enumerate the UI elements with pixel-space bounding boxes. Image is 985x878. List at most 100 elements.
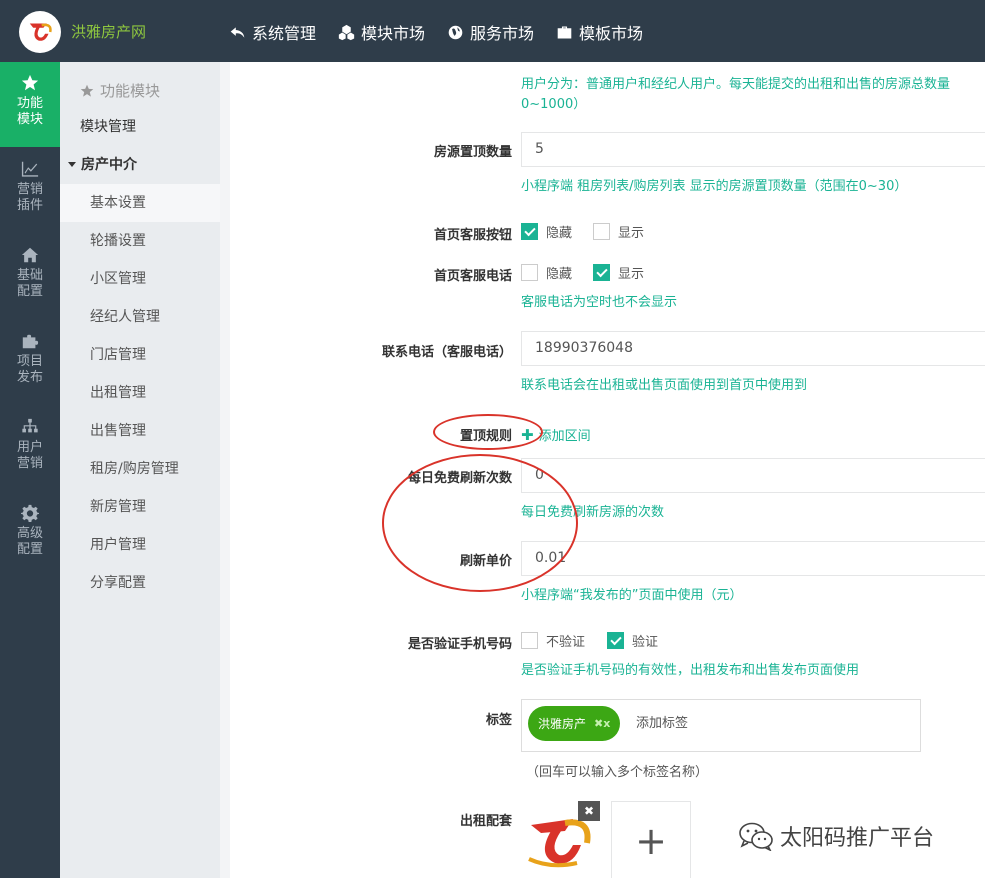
topnav-services-label: 服务市场: [470, 24, 535, 43]
topnav-templates-label: 模板市场: [579, 24, 644, 43]
option-label: 隐藏: [546, 226, 573, 241]
tag-chip-label: 洪雅房产: [538, 717, 587, 731]
brand-logo[interactable]: [19, 11, 61, 53]
subnav-header-label: 功能模块: [100, 82, 161, 100]
contact-phone-label: 联系电话（客服电话）: [381, 345, 512, 360]
wechat-icon: [739, 822, 773, 851]
rail-item-project-publish[interactable]: 项目发布: [0, 320, 60, 405]
subnav-group-real-estate[interactable]: 房产中介: [68, 154, 137, 174]
star-icon: [21, 74, 39, 91]
home-icon: [21, 247, 39, 263]
tag-chip[interactable]: 洪雅房产 ✖x: [528, 706, 621, 741]
pin-rule-label: 置顶规则: [459, 429, 512, 444]
rail-label: 高级配置: [16, 526, 43, 557]
topnav-modules-label: 模块市场: [361, 24, 426, 43]
topnav-templates[interactable]: 模板市场: [556, 20, 643, 44]
checkbox-unchecked[interactable]: [521, 264, 538, 281]
subnav-item-users[interactable]: 用户管理: [60, 526, 220, 564]
checkbox-unchecked[interactable]: [521, 632, 538, 649]
contact-phone-input[interactable]: 18990376048: [521, 331, 985, 366]
icon-rail: 功能模块 营销插件 基础配置 项目发布 用户营销 高级配置: [0, 62, 60, 878]
free-refresh-help: 每日免费刷新房源的次数: [521, 505, 665, 520]
subnav-item-new-homes[interactable]: 新房管理: [60, 488, 220, 526]
subnav-item-module-manage[interactable]: 模块管理: [60, 108, 220, 146]
free-refresh-input[interactable]: 0: [521, 458, 985, 493]
rail-item-user-marketing[interactable]: 用户营销: [0, 406, 60, 491]
add-interval-label: 添加区间: [538, 429, 591, 444]
service-phone-hide-option[interactable]: 隐藏: [521, 263, 572, 282]
verify-phone-no-option[interactable]: 不验证: [521, 631, 585, 650]
subnav-item-community[interactable]: 小区管理: [60, 260, 220, 298]
tag-remove-icon[interactable]: ✖x: [594, 717, 610, 730]
subnav-item-sales[interactable]: 出售管理: [60, 412, 220, 450]
service-phone-help: 客服电话为空时也不会显示: [521, 295, 678, 310]
daily-limit-help-line1: 用户分为：普通用户和经纪人用户。每天能提交的出租和出售的房源总数量: [521, 77, 951, 92]
checkbox-unchecked[interactable]: [593, 223, 610, 240]
subnav-item-stores[interactable]: 门店管理: [60, 336, 220, 374]
subnav-item-rentals[interactable]: 出租管理: [60, 374, 220, 412]
star-icon: [80, 84, 94, 97]
rent-facilities-label: 出租配套: [459, 814, 512, 829]
service-button-show-option[interactable]: 显示: [593, 222, 644, 241]
option-label: 显示: [618, 226, 645, 241]
add-tag-input[interactable]: 添加标签: [636, 712, 688, 731]
pin-count-label: 房源置顶数量: [433, 145, 512, 160]
refresh-price-help: 小程序端“我发布的”页面中使用（元）: [521, 588, 743, 603]
panel-divider: [220, 62, 230, 878]
pin-count-help: 小程序端 租房列表/购房列表 显示的房源置顶数量（范围在0~30）: [521, 179, 908, 194]
rail-label: 营销插件: [16, 182, 43, 213]
topnav-services[interactable]: 服务市场: [447, 20, 534, 44]
service-button-hide-option[interactable]: 隐藏: [521, 222, 572, 241]
logo-icon: [29, 23, 52, 41]
option-label: 隐藏: [546, 267, 573, 282]
verify-phone-label: 是否验证手机号码: [407, 637, 512, 652]
subnav-item-basic-settings[interactable]: 基本设置: [60, 184, 220, 222]
service-button-label: 首页客服按钮: [433, 228, 512, 243]
topnav-system[interactable]: 系统管理: [229, 20, 316, 44]
subnav-item-rent-buy[interactable]: 租房/购房管理: [60, 450, 220, 488]
gear-icon: [21, 504, 39, 522]
contact-phone-help: 联系电话会在出租或出售页面使用到首页中使用到: [521, 378, 808, 393]
checkbox-checked[interactable]: [593, 264, 610, 281]
brand-name[interactable]: 洪雅房产网: [71, 21, 146, 42]
topnav-system-label: 系统管理: [252, 24, 317, 43]
option-label: 显示: [618, 267, 645, 282]
checkbox-checked[interactable]: [521, 223, 538, 240]
topnav-modules[interactable]: 模块市场: [338, 20, 425, 44]
add-interval-link[interactable]: ✚ 添加区间: [521, 425, 591, 445]
watermark-text: 太阳码推广平台: [780, 826, 935, 851]
sub-sidebar: 功能模块 模块管理 房产中介 基本设置 轮播设置 小区管理 经纪人管理 门店管理…: [60, 62, 220, 878]
caret-down-icon: [68, 161, 76, 167]
tags-hint: （回车可以输入多个标签名称）: [526, 765, 709, 780]
rail-item-marketing-plugins[interactable]: 营销插件: [0, 148, 60, 233]
subnav-header: 功能模块: [80, 80, 160, 101]
checkbox-checked[interactable]: [607, 632, 624, 649]
chart-icon: [21, 161, 39, 177]
subnav-item-share[interactable]: 分享配置: [60, 564, 220, 602]
top-bar: 洪雅房产网 系统管理 模块市场 服务市场 模板市场: [0, 0, 985, 62]
tags-input-box[interactable]: 洪雅房产 ✖x 添加标签: [521, 699, 921, 752]
remove-image-button[interactable]: ✖: [578, 801, 600, 821]
rail-label: 功能模块: [16, 96, 43, 127]
watermark: 太阳码推广平台: [738, 820, 934, 852]
option-label: 验证: [632, 635, 659, 650]
verify-phone-yes-option[interactable]: 验证: [607, 631, 658, 650]
subnav-item-carousel[interactable]: 轮播设置: [60, 222, 220, 260]
option-label: 不验证: [546, 635, 586, 650]
rail-item-basic-config[interactable]: 基础配置: [0, 234, 60, 319]
cubes-icon: [338, 24, 355, 40]
free-refresh-label: 每日免费刷新次数: [407, 471, 512, 486]
tags-label: 标签: [485, 713, 512, 728]
rail-label: 项目发布: [16, 354, 43, 385]
upload-image-button[interactable]: +: [611, 801, 691, 878]
top-nav: 系统管理 模块市场 服务市场 模板市场: [229, 20, 643, 44]
subnav-item-agents[interactable]: 经纪人管理: [60, 298, 220, 336]
rail-item-function-modules[interactable]: 功能模块: [0, 62, 60, 147]
refresh-price-input[interactable]: 0.01: [521, 541, 985, 576]
pin-count-input[interactable]: 5: [521, 132, 985, 167]
service-phone-show-option[interactable]: 显示: [593, 263, 644, 282]
rail-label: 用户营销: [16, 440, 43, 471]
rail-item-advanced-config[interactable]: 高级配置: [0, 492, 60, 577]
subnav-group-label: 房产中介: [81, 157, 137, 173]
service-phone-label: 首页客服电话: [433, 269, 512, 284]
